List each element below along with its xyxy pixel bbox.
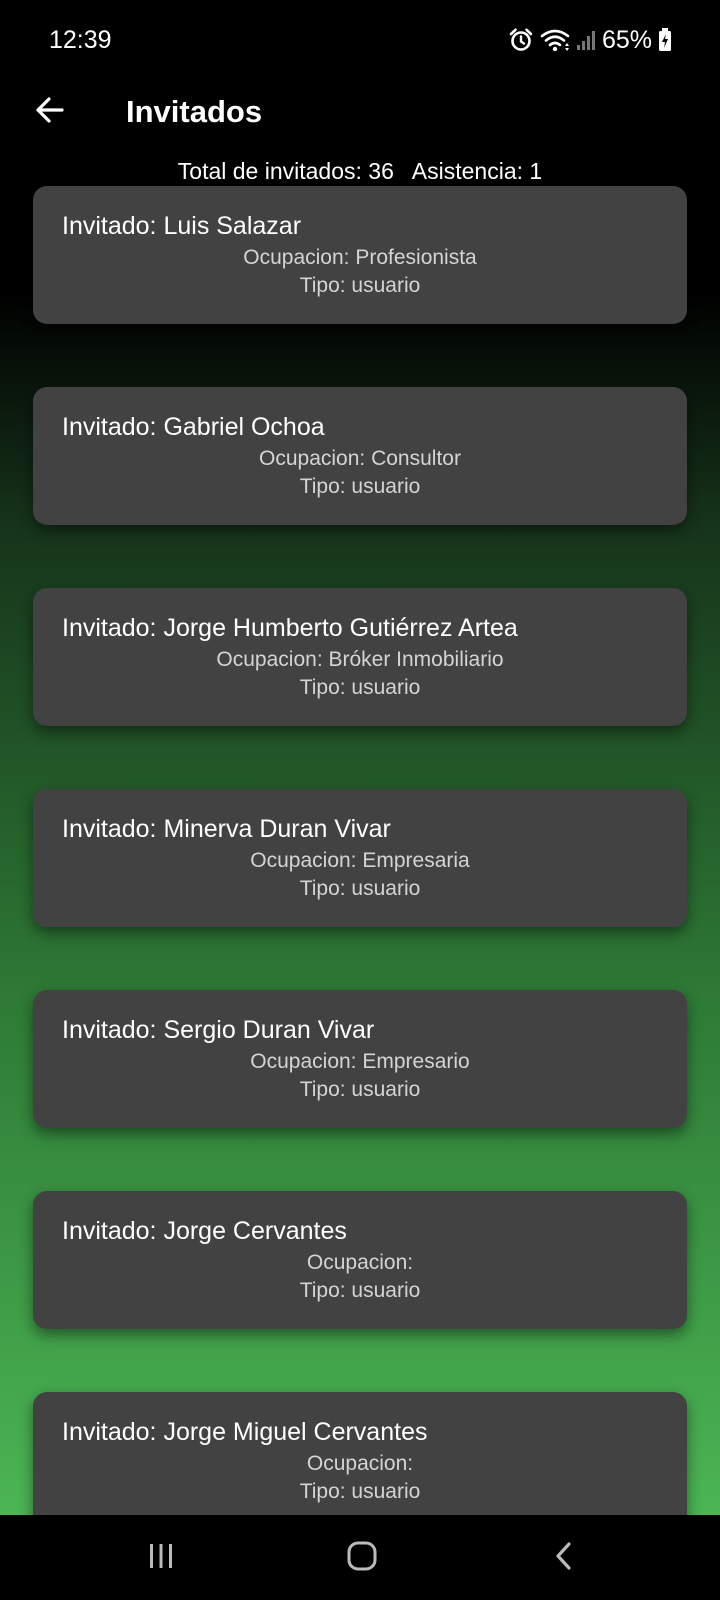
guest-name: Invitado: Sergio Duran Vivar xyxy=(62,1016,375,1044)
guest-card[interactable]: Invitado: Luis Salazar Ocupacion: Profes… xyxy=(33,186,687,324)
home-icon xyxy=(346,1540,378,1577)
guest-type: Tipo: usuario xyxy=(299,676,421,699)
guest-card[interactable]: Invitado: Sergio Duran Vivar Ocupacion: … xyxy=(33,990,687,1128)
guest-occupation: Ocupacion: xyxy=(306,1452,414,1475)
guest-occupation: Ocupacion: xyxy=(306,1251,414,1274)
signal-icon xyxy=(576,28,596,52)
arrow-left-icon xyxy=(34,94,66,131)
status-time: 12:39 xyxy=(49,26,112,54)
guest-card[interactable]: Invitado: Jorge Humberto Gutiérrez Artea… xyxy=(33,588,687,726)
alarm-icon xyxy=(508,27,534,53)
guest-card[interactable]: Invitado: Minerva Duran Vivar Ocupacion:… xyxy=(33,789,687,927)
guest-summary: Total de invitados: 36 Asistencia: 1 xyxy=(0,154,720,188)
battery-percent: 65% xyxy=(601,25,652,54)
guest-type: Tipo: usuario xyxy=(299,1279,421,1302)
wifi-icon xyxy=(540,27,570,53)
guest-occupation: Ocupacion: Consultor xyxy=(259,447,461,470)
guest-type: Tipo: usuario xyxy=(299,1078,421,1101)
recent-apps-icon xyxy=(146,1541,176,1576)
guest-type: Tipo: usuario xyxy=(299,274,421,297)
battery-charging-icon xyxy=(658,28,672,52)
guest-card[interactable]: Invitado: Jorge Miguel Cervantes Ocupaci… xyxy=(33,1392,687,1515)
recent-apps-button[interactable] xyxy=(131,1533,191,1583)
back-nav-button[interactable] xyxy=(534,1533,594,1583)
status-bar: 12:39 65% xyxy=(0,0,720,82)
guest-name: Invitado: Jorge Humberto Gutiérrez Artea xyxy=(62,614,518,642)
guest-type: Tipo: usuario xyxy=(299,475,421,498)
guest-list[interactable]: Invitado: Luis Salazar Ocupacion: Profes… xyxy=(0,0,720,1515)
system-nav-bar xyxy=(0,1515,720,1600)
attendance-count: Asistencia: 1 xyxy=(411,158,543,184)
guest-name: Invitado: Luis Salazar xyxy=(62,212,302,240)
guest-occupation: Ocupacion: Empresario xyxy=(250,1050,470,1073)
guest-occupation: Ocupacion: Empresaria xyxy=(250,849,470,872)
guest-name: Invitado: Gabriel Ochoa xyxy=(62,413,325,441)
back-nav-icon xyxy=(550,1540,578,1577)
back-button[interactable] xyxy=(28,90,72,134)
total-guests: Total de invitados: 36 xyxy=(177,158,394,184)
guest-name: Invitado: Jorge Cervantes xyxy=(62,1217,347,1245)
home-button[interactable] xyxy=(332,1533,392,1583)
guest-name: Invitado: Jorge Miguel Cervantes xyxy=(62,1418,428,1446)
status-icons: 65% xyxy=(508,25,672,55)
guest-card[interactable]: Invitado: Gabriel Ochoa Ocupacion: Consu… xyxy=(33,387,687,525)
guest-occupation: Ocupacion: Profesionista xyxy=(243,246,477,269)
guest-type: Tipo: usuario xyxy=(299,1480,421,1503)
guest-occupation: Ocupacion: Bróker Inmobiliario xyxy=(216,648,504,671)
guest-name: Invitado: Minerva Duran Vivar xyxy=(62,815,391,843)
page-title: Invitados xyxy=(126,94,263,129)
app-bar: Invitados xyxy=(0,82,720,154)
guest-card[interactable]: Invitado: Jorge Cervantes Ocupacion: Tip… xyxy=(33,1191,687,1329)
guest-type: Tipo: usuario xyxy=(299,877,421,900)
